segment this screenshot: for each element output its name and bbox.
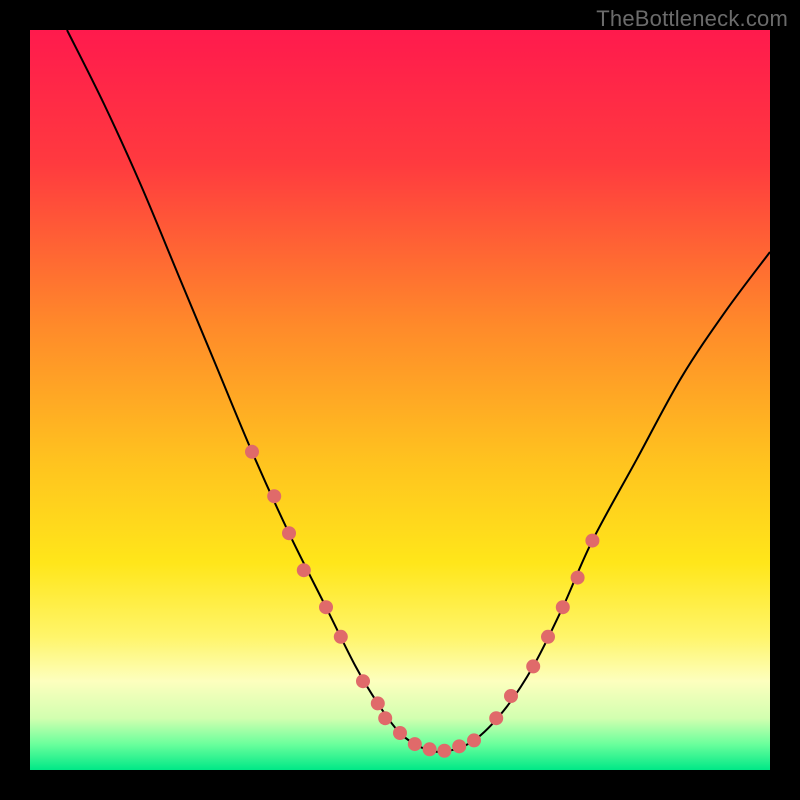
highlight-dot — [319, 600, 333, 614]
highlight-dot — [267, 489, 281, 503]
highlight-dot — [356, 674, 370, 688]
highlight-dot — [489, 711, 503, 725]
highlight-dot — [556, 600, 570, 614]
watermark-text: TheBottleneck.com — [596, 6, 788, 32]
highlight-dot — [408, 737, 422, 751]
highlight-dot — [526, 659, 540, 673]
highlight-dot — [371, 696, 385, 710]
chart-frame — [30, 30, 770, 770]
gradient-background — [30, 30, 770, 770]
highlight-dot — [245, 445, 259, 459]
highlight-dot — [282, 526, 296, 540]
highlight-dot — [504, 689, 518, 703]
highlight-dot — [452, 739, 466, 753]
highlight-dot — [393, 726, 407, 740]
highlight-dot — [297, 563, 311, 577]
highlight-dot — [541, 630, 555, 644]
highlight-dot — [334, 630, 348, 644]
highlight-dot — [467, 733, 481, 747]
highlight-dot — [423, 742, 437, 756]
highlight-dot — [378, 711, 392, 725]
highlight-dot — [437, 744, 451, 758]
highlight-dot — [571, 571, 585, 585]
highlight-dot — [585, 534, 599, 548]
bottleneck-chart — [30, 30, 770, 770]
